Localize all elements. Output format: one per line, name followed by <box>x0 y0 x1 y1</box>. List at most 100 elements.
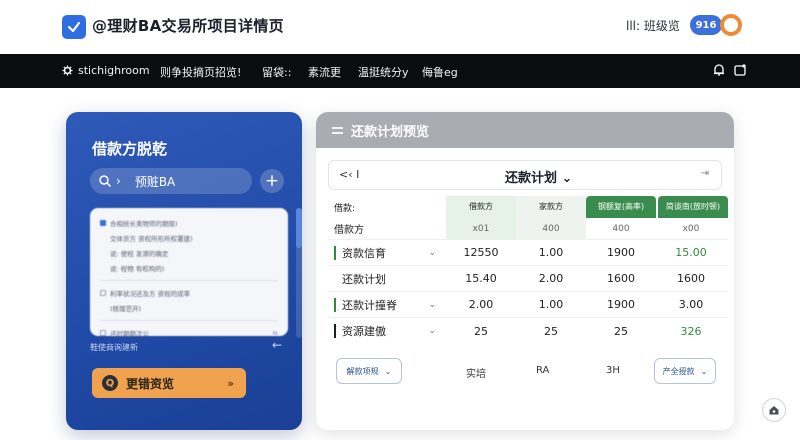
card-line-text: 说: 使程 发源的确定 <box>110 250 169 258</box>
search-value: 预赃BA <box>134 174 176 189</box>
nav-item-3[interactable]: 素流更 <box>308 64 341 80</box>
chevron-down-icon[interactable]: ⌄ <box>428 248 436 258</box>
table-cell: 400 <box>612 223 630 234</box>
search-icon <box>99 175 112 188</box>
column-header: 借款: <box>334 203 356 214</box>
card-line[interactable]: 合相统长奥物师的期限) <box>100 218 278 228</box>
nav-item-5[interactable]: 侮鲁eg <box>422 64 458 80</box>
checkbox[interactable] <box>100 220 106 226</box>
chevron-down-icon: ⌄ <box>700 366 708 376</box>
table-cell: 15.00 <box>675 246 707 259</box>
checkbox[interactable] <box>100 290 106 296</box>
table-cell: 2.00 <box>538 272 564 285</box>
card-line-text: 说: 程物 有权构的) <box>110 265 165 273</box>
footer-text: RA <box>536 365 550 376</box>
double-chevron-icon: » <box>227 376 234 390</box>
avatar[interactable] <box>720 14 742 36</box>
user-name[interactable]: lll: 班级览 <box>626 17 680 34</box>
prev-button[interactable]: <‹ I <box>339 168 359 181</box>
table-cell: 1600 <box>677 272 705 285</box>
notification-badge[interactable]: 916 <box>690 15 722 35</box>
repayment-panel-header: 还款计划预览 <box>316 112 734 148</box>
column-header: 借款方 <box>446 196 516 218</box>
table-cell: 326 <box>680 324 702 338</box>
next-button[interactable]: ⇥ <box>701 168 709 179</box>
table-cell: x00 <box>682 223 700 234</box>
card-line-text: 还时期期次公 <box>110 330 149 338</box>
table-row[interactable]: 还款计划 15.40 2.00 1600 1600 <box>328 266 728 292</box>
table-row[interactable]: 资款信育 ⌄ 12550 1.00 1900 15.00 <box>328 240 728 266</box>
chevron-right-icon: › <box>116 174 121 188</box>
bell-icon[interactable] <box>712 63 726 77</box>
table-cell: 3.00 <box>678 298 704 311</box>
footer-text: 实培 <box>466 369 486 380</box>
nav-brand[interactable]: stichighroom <box>62 64 150 77</box>
view-more-label: 更错资览 <box>126 376 175 391</box>
nav-item-4[interactable]: 温挺统分y <box>358 64 409 80</box>
column-header: 家款方 <box>516 196 586 218</box>
sort-icon[interactable]: ⇆ <box>273 329 278 337</box>
card-line-text: 合相统长奥物师的期限) <box>110 220 178 228</box>
table-cell: 25 <box>544 324 558 338</box>
card-line[interactable]: 还时期期次公 ⇆ <box>100 328 278 338</box>
menu-icon <box>332 126 343 134</box>
row-marker <box>334 324 336 338</box>
table-cell: 1900 <box>607 246 635 259</box>
search-input[interactable]: › 预赃BA <box>90 168 252 194</box>
table-subheader: 借款方 x01 400 400 x00 <box>328 217 728 240</box>
loan-type-label: 解款项规 <box>346 366 379 376</box>
back-arrow-icon[interactable]: ← <box>272 338 282 352</box>
plan-nav: <‹ I 还款计划 ⌄ ⇥ <box>328 160 722 190</box>
borrower-card: 合相统长奥物师的期限) 交体货方 资权所形所权署建) 说: 使程 发源的确定 说… <box>90 208 288 338</box>
table-row[interactable]: 资源建傲 ⌄ 25 25 25 326 <box>328 318 728 344</box>
chevron-down-icon[interactable]: ⌄ <box>428 326 436 336</box>
divider <box>100 320 278 321</box>
card-line: 说: 使程 发源的确定 <box>100 248 278 258</box>
home-icon <box>769 406 779 415</box>
repayment-table: 借款: 借款方 家款方 钢额复(高率) 简谈南(放时顿) 借款方 x01 400… <box>328 196 728 344</box>
table-cell: 400 <box>516 217 586 240</box>
nav-item-2[interactable]: 留袋:: <box>262 64 291 80</box>
top-navbar: stichighroom 则争投摘页招览! 留袋:: 素流更 温挺统分y 侮鲁e… <box>0 54 800 88</box>
row-label-text: 资源建傲 <box>342 325 386 338</box>
left-footer-link[interactable]: 鞋使商询建新 <box>90 342 138 353</box>
table-cell: 1.00 <box>538 298 564 311</box>
repayment-plan-panel: 还款计划预览 <‹ I 还款计划 ⌄ ⇥ 借款: 借款方 家款方 钢额复(高率)… <box>316 112 734 430</box>
row-label: 资款信育 ⌄ <box>328 245 446 261</box>
row-label: 还款计划 <box>328 271 446 287</box>
footer-text: 3H <box>606 365 620 376</box>
card-line-text: 交体货方 资权所形所权署建) <box>110 235 193 243</box>
card-line: 说: 程物 有权构的) <box>100 263 278 273</box>
window-icon[interactable] <box>733 63 747 77</box>
checkbox[interactable] <box>100 330 106 336</box>
table-row[interactable]: 还款计撞脊 ⌄ 2.00 1.00 1900 3.00 <box>328 292 728 318</box>
repayment-panel-title: 还款计划预览 <box>351 124 430 140</box>
chevron-down-icon[interactable]: ⌄ <box>428 300 436 310</box>
column-header: 钢额复(高率) <box>586 196 656 218</box>
row-label-text: 还款计撞脊 <box>342 298 397 312</box>
authorization-select[interactable]: 产全授款 ⌄ <box>654 358 716 384</box>
chevron-down-icon: ⌄ <box>384 366 392 376</box>
loan-type-select[interactable]: 解款项规 ⌄ <box>336 358 402 384</box>
card-line-text: (核理范开) <box>110 305 142 313</box>
nav-item-1[interactable]: 则争投摘页招览! <box>160 64 241 80</box>
row-label: 还款计撞脊 ⌄ <box>328 297 446 313</box>
table-cell: 1600 <box>607 272 635 285</box>
card-line[interactable]: 利率状况还及方 资程的成率 <box>100 288 278 298</box>
home-settings-icon[interactable] <box>762 398 786 422</box>
plan-select[interactable]: 还款计划 ⌄ <box>505 167 572 186</box>
row-marker <box>334 245 336 260</box>
card-line-text: 利率状况还及方 资程的成率 <box>110 290 191 298</box>
nav-brand-label: stichighroom <box>78 64 150 77</box>
gear-icon <box>62 65 73 76</box>
view-more-button[interactable]: Q 更错资览 » <box>92 368 246 398</box>
card-line: 交体货方 资权所形所权署建) <box>100 233 278 243</box>
scrollbar-thumb[interactable] <box>296 208 302 248</box>
table-cell: 12550 <box>463 246 499 259</box>
borrower-panel-title: 借款方脱乾 <box>92 140 168 158</box>
row-marker <box>334 272 336 286</box>
table-cell: 25 <box>614 324 628 338</box>
row-marker <box>334 297 336 312</box>
card-line: (核理范开) <box>100 303 278 313</box>
add-button[interactable]: + <box>260 169 284 193</box>
